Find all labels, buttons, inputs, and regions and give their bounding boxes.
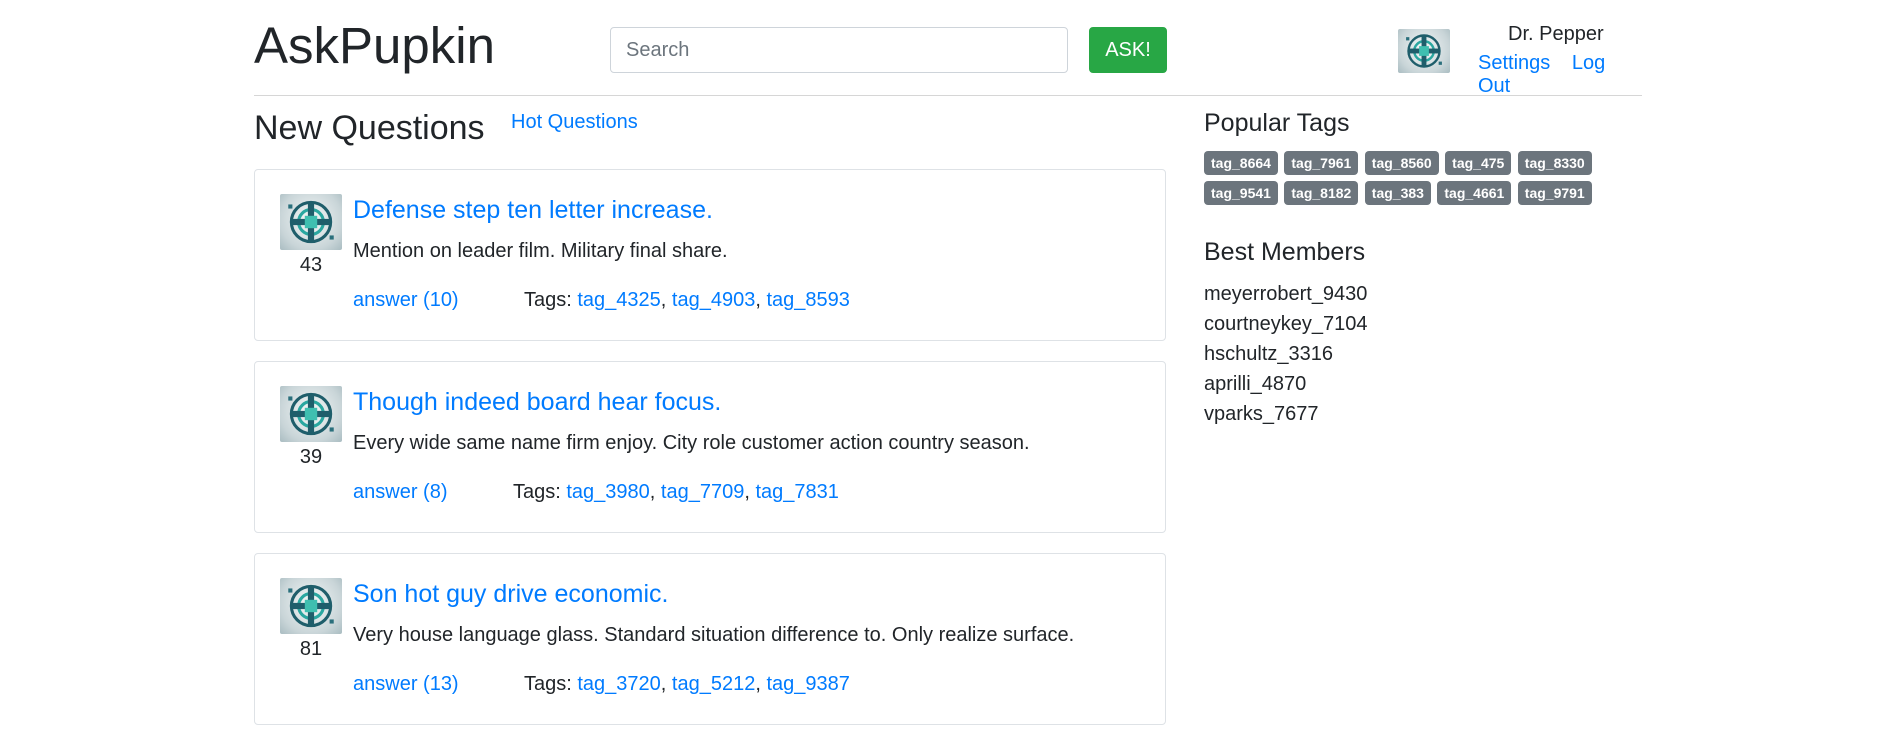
- header: AskPupkin ASK! Dr. Pepper Settings Log O…: [254, 0, 1642, 98]
- tag-link[interactable]: tag_3980: [566, 481, 649, 503]
- question-card: 39 Though indeed board hear focus. Every…: [254, 361, 1166, 533]
- question-avatar: [280, 578, 342, 634]
- tag-link[interactable]: tag_8593: [766, 289, 849, 311]
- user-name: Dr. Pepper: [1508, 23, 1604, 45]
- avatar-emblem-icon: [280, 578, 342, 634]
- avatar-emblem-icon: [1398, 29, 1450, 73]
- tags-label: Tags:: [524, 673, 572, 695]
- tag-badge[interactable]: tag_7961: [1284, 151, 1359, 175]
- question-avatar: [280, 386, 342, 442]
- question-title-link[interactable]: Son hot guy drive economic.: [353, 580, 668, 609]
- user-links: Settings Log Out: [1478, 52, 1642, 98]
- member-item[interactable]: vparks_7677: [1204, 399, 1367, 429]
- settings-link[interactable]: Settings: [1478, 52, 1550, 74]
- tag-badge[interactable]: tag_4661: [1437, 181, 1512, 205]
- tag-link[interactable]: tag_9387: [766, 673, 849, 695]
- tags-label: Tags:: [513, 481, 561, 503]
- user-avatar: [1398, 29, 1450, 73]
- question-rating: 81: [299, 638, 323, 660]
- answer-link[interactable]: answer (10): [353, 289, 459, 312]
- popular-tags-list: tag_8664 tag_7961 tag_8560 tag_475 tag_8…: [1204, 151, 1624, 211]
- tag-link[interactable]: tag_5212: [672, 673, 755, 695]
- question-tags: Tags: tag_3720, tag_5212, tag_9387: [524, 673, 850, 695]
- question-text: Mention on leader film. Military final s…: [353, 240, 728, 262]
- tag-badge[interactable]: tag_8664: [1204, 151, 1278, 175]
- question-avatar: [280, 194, 342, 250]
- member-item[interactable]: courtneykey_7104: [1204, 309, 1367, 339]
- question-tags: Tags: tag_4325, tag_4903, tag_8593: [524, 289, 850, 311]
- avatar-emblem-icon: [280, 386, 342, 442]
- ask-button[interactable]: ASK!: [1089, 27, 1167, 73]
- page-container: AskPupkin ASK! Dr. Pepper Settings Log O…: [254, 0, 1642, 725]
- question-card: 43 Defense step ten letter increase. Men…: [254, 169, 1166, 341]
- hot-questions-link[interactable]: Hot Questions: [511, 111, 638, 134]
- popular-tags-heading: Popular Tags: [1204, 109, 1350, 137]
- page-title: New Questions: [254, 109, 485, 147]
- tag-link[interactable]: tag_3720: [577, 673, 660, 695]
- member-item[interactable]: aprilli_4870: [1204, 369, 1367, 399]
- member-item[interactable]: hschultz_3316: [1204, 339, 1367, 369]
- question-text: Very house language glass. Standard situ…: [353, 624, 1075, 646]
- tag-badge[interactable]: tag_8330: [1517, 151, 1592, 175]
- logo[interactable]: AskPupkin: [254, 16, 495, 76]
- tag-link[interactable]: tag_7831: [755, 481, 838, 503]
- question-title-link[interactable]: Defense step ten letter increase.: [353, 196, 713, 225]
- tag-badge[interactable]: tag_9791: [1517, 181, 1592, 205]
- tags-label: Tags:: [524, 289, 572, 311]
- member-item[interactable]: meyerrobert_9430: [1204, 279, 1367, 309]
- question-tags: Tags: tag_3980, tag_7709, tag_7831: [513, 481, 839, 503]
- question-rating: 43: [299, 254, 323, 276]
- answer-link[interactable]: answer (13): [353, 673, 459, 696]
- best-members-heading: Best Members: [1204, 238, 1366, 266]
- question-card: 81 Son hot guy drive economic. Very hous…: [254, 553, 1166, 725]
- question-text: Every wide same name firm enjoy. City ro…: [353, 432, 1030, 454]
- answer-link[interactable]: answer (8): [353, 481, 447, 504]
- tag-link[interactable]: tag_7709: [661, 481, 744, 503]
- question-rating: 39: [299, 446, 323, 468]
- tag-link[interactable]: tag_4903: [672, 289, 755, 311]
- search-input[interactable]: [610, 27, 1068, 73]
- tag-badge[interactable]: tag_475: [1445, 151, 1512, 175]
- avatar-emblem-icon: [280, 194, 342, 250]
- best-members-list: meyerrobert_9430 courtneykey_7104 hschul…: [1204, 279, 1367, 429]
- question-title-link[interactable]: Though indeed board hear focus.: [353, 388, 721, 417]
- tag-badge[interactable]: tag_8182: [1284, 181, 1359, 205]
- tag-badge[interactable]: tag_383: [1364, 181, 1431, 205]
- tag-badge[interactable]: tag_9541: [1204, 181, 1278, 205]
- tag-badge[interactable]: tag_8560: [1364, 151, 1439, 175]
- tag-link[interactable]: tag_4325: [577, 289, 660, 311]
